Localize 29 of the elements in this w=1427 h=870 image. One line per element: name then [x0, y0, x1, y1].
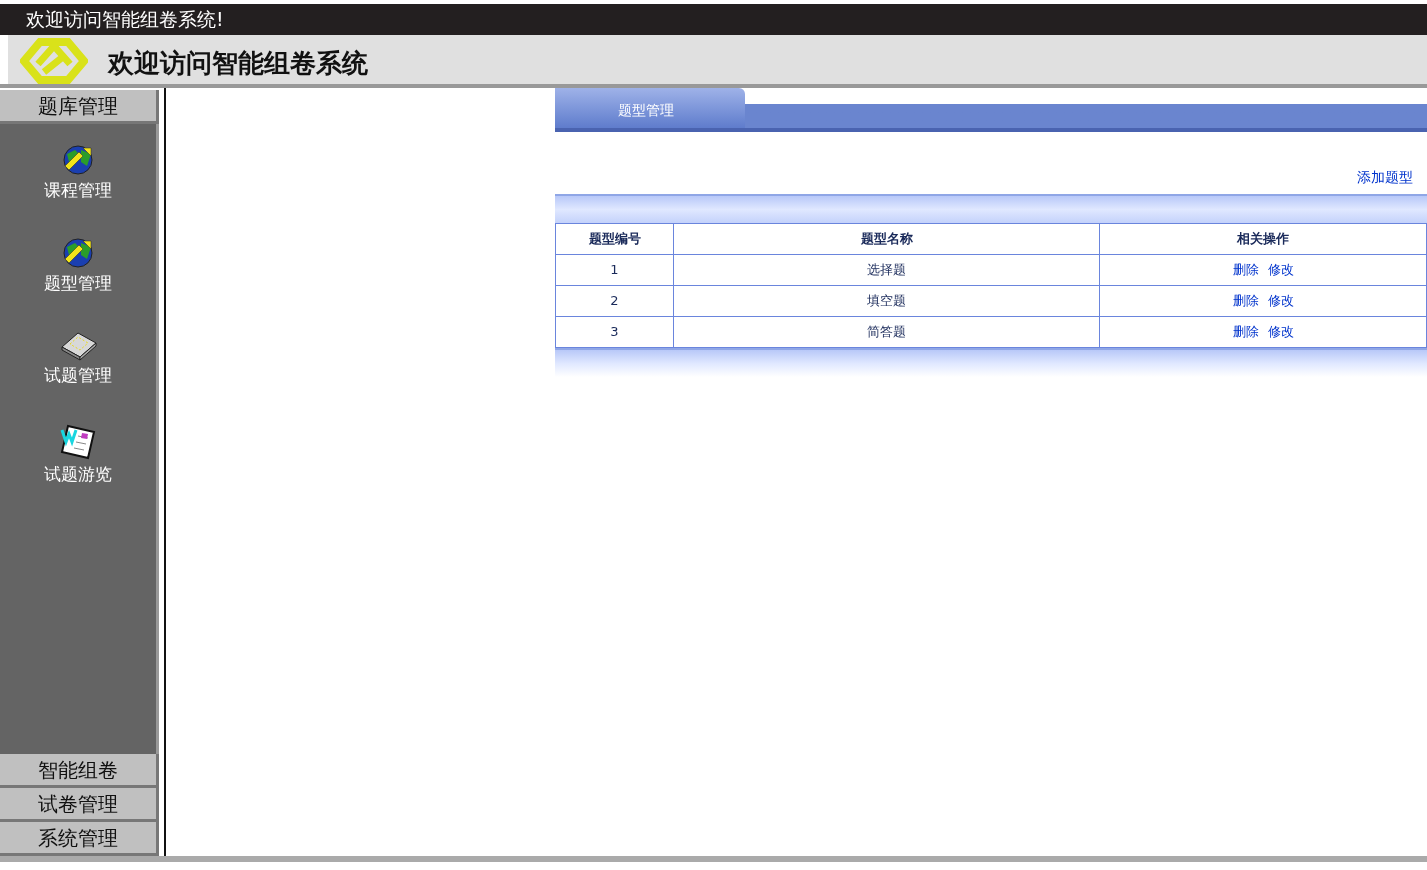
logo-icon [20, 38, 88, 84]
add-link[interactable]: 添加题型 [1357, 167, 1413, 188]
sidebar-link[interactable]: 试题管理 [44, 363, 112, 389]
column-header: 题型编号 [555, 223, 674, 255]
globe-arrows-icon [61, 144, 95, 176]
table-cell: 3 [555, 316, 674, 348]
globe-arrows-icon [61, 236, 95, 269]
sidebar-link[interactable]: 试题游览 [44, 461, 112, 487]
sidebar-section-button[interactable]: 系统管理 [0, 822, 159, 856]
sidebar-section-button[interactable]: 题库管理 [0, 90, 159, 124]
welcome-text: 欢迎访问智能组卷系统! [26, 7, 224, 33]
table-cell: 简答题 [673, 316, 1100, 348]
action-link[interactable]: 修改 [1267, 291, 1294, 311]
system-title: 欢迎访问智能组卷系统 [108, 47, 368, 80]
table-cell: 1 [555, 254, 674, 286]
sidebar-link[interactable]: 课程管理 [44, 178, 112, 204]
action-link[interactable]: 删除 [1232, 291, 1259, 311]
column-header: 题型名称 [673, 223, 1100, 255]
table-cell: 选择题 [673, 254, 1100, 286]
action-link[interactable]: 修改 [1267, 322, 1294, 342]
action-link[interactable]: 删除 [1232, 322, 1259, 342]
column-header: 相关操作 [1099, 223, 1427, 255]
action-link[interactable]: 修改 [1267, 260, 1294, 280]
sidebar-section-button[interactable]: 试卷管理 [0, 788, 159, 822]
table-cell: 填空题 [673, 285, 1100, 317]
sidebar-link[interactable]: 题型管理 [44, 270, 112, 296]
action-link[interactable]: 删除 [1232, 260, 1259, 280]
table-cell: 2 [555, 285, 674, 317]
sidebar-section-button[interactable]: 智能组卷 [0, 754, 159, 788]
